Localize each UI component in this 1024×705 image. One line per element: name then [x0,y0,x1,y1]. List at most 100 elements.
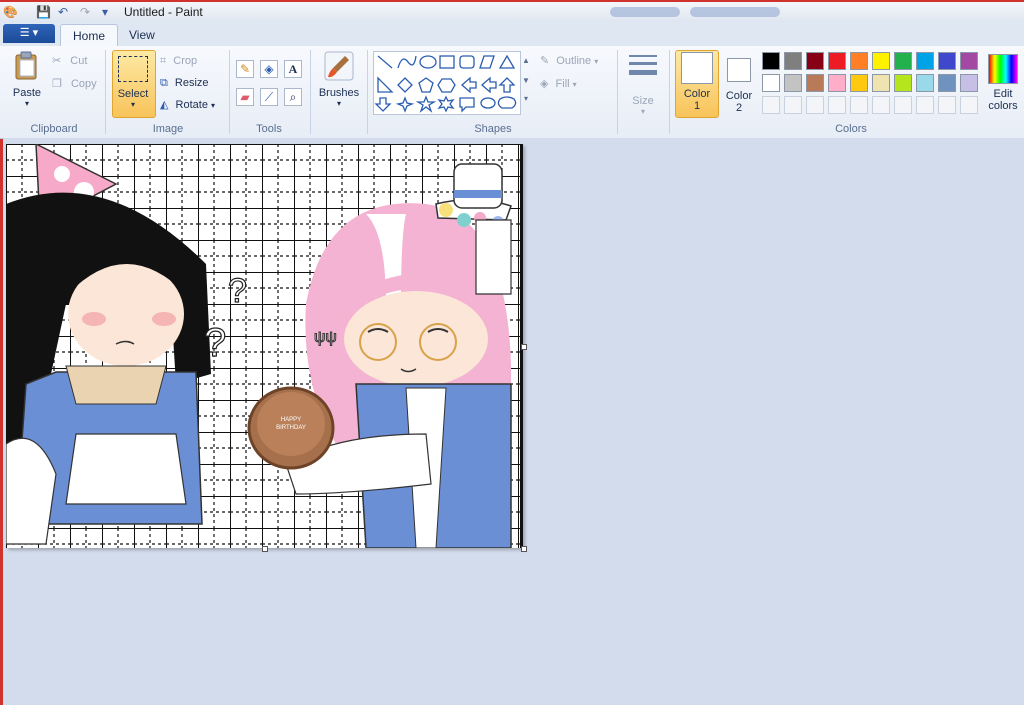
color-swatch[interactable] [960,74,978,92]
shapes-gallery[interactable] [373,51,521,115]
select-button[interactable]: Select ▾ [113,54,153,109]
crop-label: Crop [173,55,198,67]
color-swatch[interactable] [850,74,868,92]
color-swatch[interactable] [784,52,802,70]
color1-number: 1 [693,100,701,112]
tab-home[interactable]: Home [60,24,119,47]
separator [367,50,368,134]
custom-color-slot[interactable] [784,96,802,114]
shapes-group-label: Shapes [474,123,512,135]
crop-button[interactable]: ⌗ Crop [160,52,197,70]
color-swatch[interactable] [828,52,846,70]
tools-group-label: Tools [256,123,282,135]
custom-color-slot[interactable] [828,96,846,114]
custom-color-slot[interactable] [960,96,978,114]
undo-icon[interactable]: ↶ [56,5,70,19]
colors-group-label: Colors [835,123,867,135]
outline-button[interactable]: ✎ Outline ▾ [540,52,598,70]
custom-color-slot[interactable] [938,96,956,114]
color-swatch[interactable] [828,74,846,92]
resize-handle-bottom[interactable] [262,546,268,552]
blurred-title-text [610,7,680,17]
redo-icon[interactable]: ↷ [78,5,92,19]
color-swatch[interactable] [894,52,912,70]
color-swatch[interactable] [806,52,824,70]
custom-color-slot[interactable] [894,96,912,114]
cake-text-1: HAPPY [281,417,301,423]
pencil-icon[interactable]: ✎ [236,60,254,78]
custom-color-slot[interactable] [872,96,890,114]
color-swatch[interactable] [806,74,824,92]
custom-color-slot[interactable] [806,96,824,114]
line-size-icon [629,55,657,75]
color1-button[interactable]: Color 1 [676,50,718,112]
edit-colors-button[interactable]: Edit colors [984,50,1022,112]
separator [105,50,106,134]
color1-label: Color [683,88,711,100]
customize-toolbar-icon[interactable]: ▾ [98,5,112,19]
magnifier-icon[interactable]: ⌕ [284,88,302,106]
color2-swatch [727,58,751,82]
color-swatch[interactable] [850,52,868,70]
eraser-icon[interactable]: ▰ [236,88,254,106]
shapes-scroll-up-icon[interactable]: ▲ [521,52,531,70]
custom-color-slot[interactable] [850,96,868,114]
brushes-button[interactable]: Brushes ▾ [316,50,362,108]
size-button[interactable]: Size ▾ [623,50,663,116]
resize-handle-corner[interactable] [521,546,527,552]
outline-icon: ✎ [540,55,550,67]
color-swatch[interactable] [872,74,890,92]
svg-text:ψψ: ψψ [314,329,337,346]
outline-dropdown-icon: ▾ [594,57,599,66]
rotate-icon: ◭ [160,99,169,111]
drawing-canvas[interactable]: ? ? ψψ HAPPY BIRTHDAY [6,144,523,548]
shapes-scroll-down-icon[interactable]: ▼ [521,72,531,90]
shapes-more-icon[interactable]: ▾ [521,90,531,108]
color-swatch[interactable] [762,74,780,92]
image-group-label: Image [152,123,184,135]
separator [669,50,670,134]
fill-dropdown-icon: ▾ [572,80,577,89]
copy-button[interactable]: ❐ Copy [52,75,97,93]
outline-label: Outline [556,55,592,67]
custom-color-slot[interactable] [762,96,780,114]
color-swatch[interactable] [916,52,934,70]
color-swatch[interactable] [938,52,956,70]
color-swatch[interactable] [938,74,956,92]
brush-icon [324,51,354,81]
select-dropdown-icon: ▾ [130,100,135,109]
color-swatch[interactable] [894,74,912,92]
color-swatch[interactable] [762,52,780,70]
paste-dropdown-icon[interactable]: ▾ [8,99,46,108]
paint-app-icon[interactable]: 🎨 [3,5,18,19]
color-spectrum-icon [988,54,1018,84]
rotate-button[interactable]: ◭ Rotate ▾ [160,96,215,114]
color-swatch[interactable] [872,52,890,70]
separator [310,50,311,134]
copy-label: Copy [70,78,97,90]
tab-view[interactable]: View [117,24,167,46]
paste-button[interactable]: Paste ▾ [8,50,46,108]
save-icon[interactable]: 💾 [36,5,51,19]
fill-bucket-icon[interactable]: ◈ [260,60,278,78]
resize-label: Resize [174,77,209,89]
custom-color-slot[interactable] [916,96,934,114]
separator [617,50,618,134]
cut-button[interactable]: ✂ Cut [52,52,87,70]
color2-label: Color [725,90,753,102]
color-swatch[interactable] [916,74,934,92]
fill-icon: ◈ [540,78,549,90]
color-swatch[interactable] [960,52,978,70]
color-swatch[interactable] [784,74,802,92]
color2-button[interactable]: Color 2 [720,50,758,114]
resize-icon: ⧉ [160,77,168,89]
resize-button[interactable]: ⧉ Resize [160,74,209,92]
text-icon[interactable]: A [284,60,302,78]
color-picker-icon[interactable]: ⟋ [260,88,278,106]
brushes-label: Brushes [318,87,360,99]
fill-button[interactable]: ◈ Fill ▾ [540,75,577,93]
file-menu-button[interactable]: ☰ ▾ [3,24,55,43]
copy-icon: ❐ [52,78,62,90]
color2-number: 2 [735,102,743,114]
resize-handle-right[interactable] [521,344,527,350]
